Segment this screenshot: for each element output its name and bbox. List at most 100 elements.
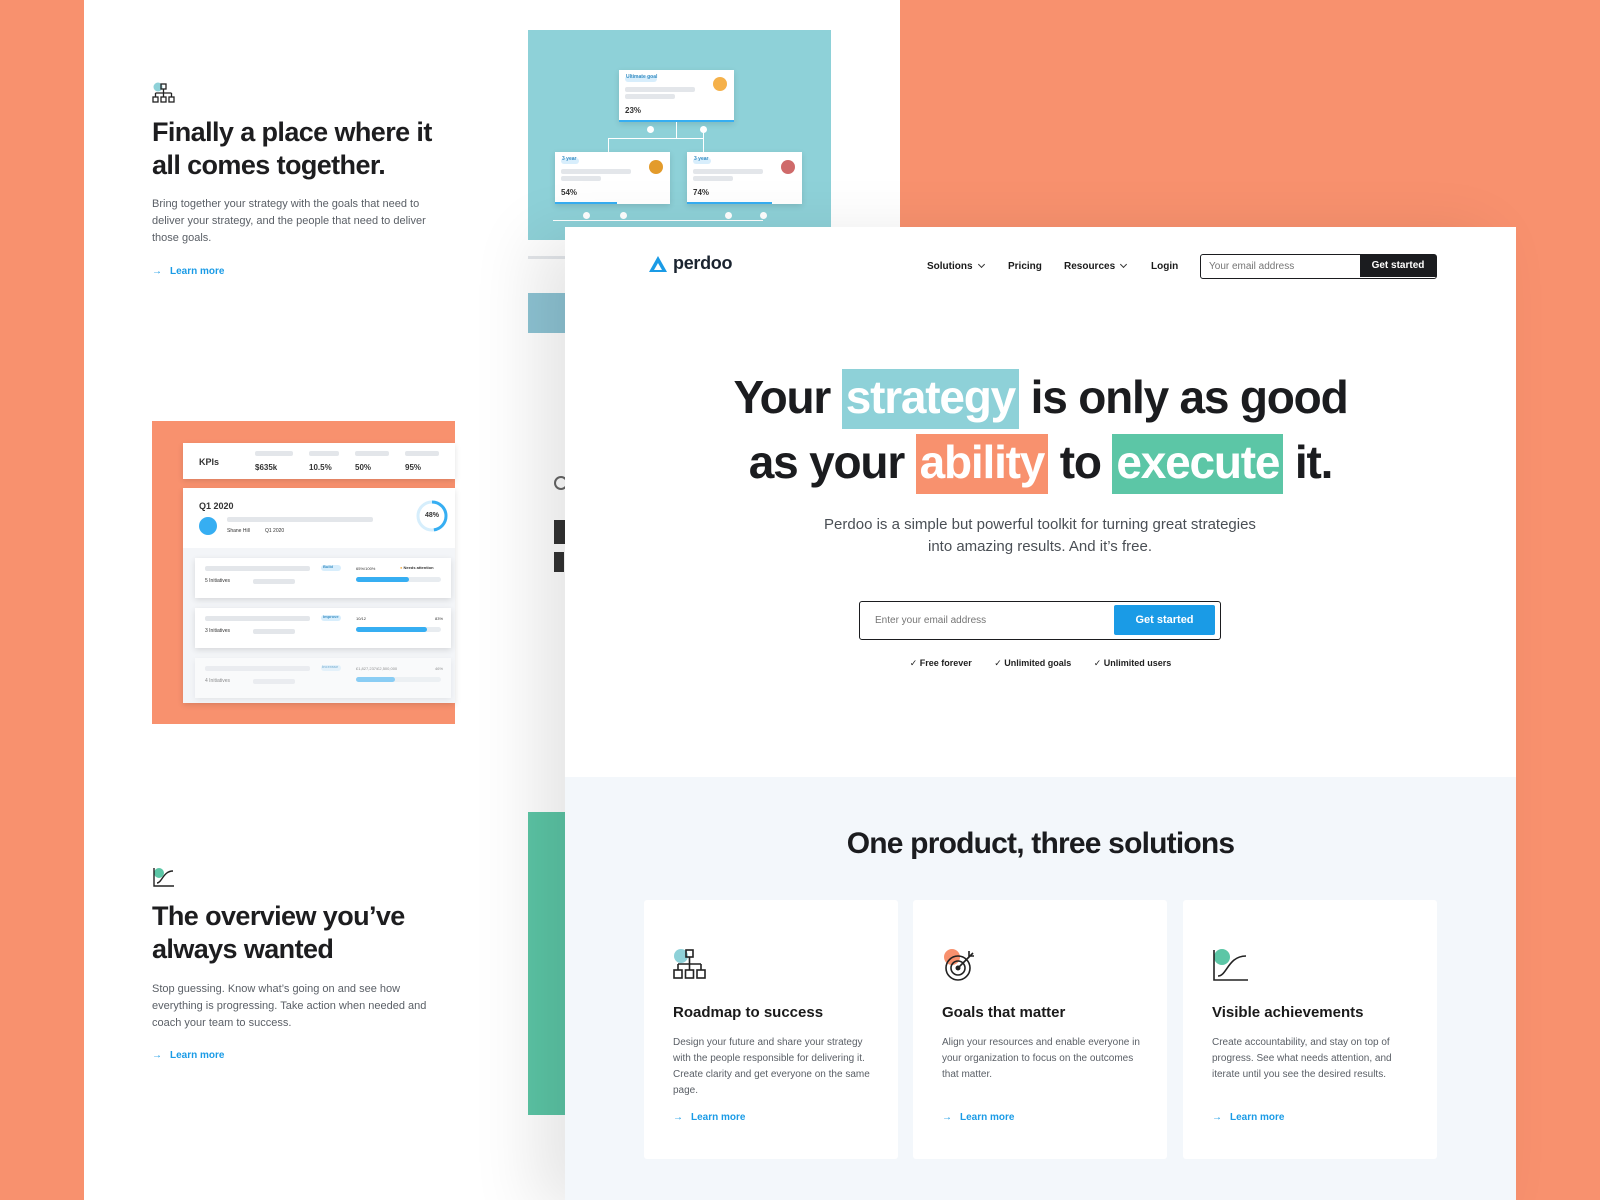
goal-tag: 3 year (694, 156, 709, 162)
target-icon (944, 949, 974, 981)
hero-word: to (1059, 436, 1102, 488)
check-icon: ✓ (1093, 658, 1104, 668)
row-progress (356, 627, 441, 632)
status-badge: ● Needs attention (400, 565, 434, 570)
hero-email-input[interactable] (860, 602, 1110, 638)
goal-progress: 54% (561, 188, 578, 197)
learn-more-link[interactable]: → Learn more (152, 1050, 224, 1061)
kpi-value: $635k (255, 463, 278, 472)
hero-word: it. (1294, 436, 1333, 488)
arrow-right-icon: → (1212, 1112, 1222, 1123)
feature-description: Bring together your strategy with the go… (152, 198, 426, 244)
avatar (199, 517, 217, 535)
hero-highlight-strategy: strategy (841, 369, 1020, 429)
kpi-value: 10.5% (309, 463, 332, 472)
solution-title: Visible achievements (1212, 1004, 1364, 1021)
roadmap-icon (673, 949, 706, 979)
goal-card-left: 3 year 54% (555, 152, 670, 204)
row-percent: 46% (435, 666, 444, 671)
row-value: 10/12 (356, 616, 367, 621)
goal-tag: 3 year (562, 156, 577, 162)
goal-card-right: 3 year 74% (687, 152, 802, 204)
growth-chart-icon (1213, 949, 1248, 981)
solution-description: Design your future and share your strate… (673, 1037, 870, 1096)
solution-card-goals[interactable]: Goals that matter Align your resources a… (913, 900, 1167, 1159)
solutions-heading: One product, three solutions (846, 827, 1235, 860)
goal-tree-mockup: Ultimate goal 23% 3 year 54% 3 year 74% (528, 30, 831, 240)
solution-card-roadmap[interactable]: Roadmap to success Design your future an… (644, 900, 898, 1159)
goal-progress: 23% (625, 106, 642, 115)
nav-login[interactable]: Login (1151, 261, 1178, 272)
initiatives-count: 5 Initiatives (205, 578, 231, 584)
learn-more-label: Learn more (960, 1112, 1015, 1123)
chevron-down-icon (1120, 260, 1128, 269)
initiatives-count: 3 Initiatives (205, 628, 231, 634)
hero-headline-line2: as your ability to execute it. (565, 434, 1516, 494)
chevron-down-icon (977, 260, 985, 269)
check-item: ✓ Unlimited goals (994, 658, 1072, 668)
hero-word: Your (733, 371, 832, 423)
progress-value: 48% (424, 512, 439, 519)
initiatives-count: 4 Initiatives (205, 678, 231, 684)
learn-more-link[interactable]: → Learn more (673, 1112, 745, 1123)
nav-solutions-label: Solutions (927, 261, 973, 272)
arrow-right-icon: → (152, 1050, 162, 1061)
arrow-right-icon: → (673, 1112, 683, 1123)
row-tag: Increase (322, 664, 339, 669)
hero-word: as your (748, 436, 905, 488)
check-item: ✓ Unlimited users (1093, 658, 1172, 668)
learn-more-link[interactable]: → Learn more (1212, 1112, 1284, 1123)
hero-headline-line1: Your strategy is only as good (565, 369, 1516, 429)
hero-checklist: ✓ Free forever ✓ Unlimited goals ✓ Unlim… (565, 653, 1516, 671)
hero-get-started-button[interactable]: Get started (1114, 605, 1215, 635)
hero-highlight-execute: execute (1112, 434, 1284, 494)
row-percent: 83% (435, 616, 444, 621)
goal-tag: Ultimate goal (626, 74, 658, 80)
learn-more-link[interactable]: → Learn more (152, 266, 224, 277)
quarter-card: Q1 2020 Shane Hill Q1 2020 48% 5 Initiat… (183, 488, 455, 703)
check-item: ✓ Free forever (909, 658, 972, 668)
solution-title: Goals that matter (942, 1004, 1066, 1021)
chart-progress-icon (153, 868, 174, 887)
owner-name: Shane Hill (227, 528, 250, 534)
learn-more-label: Learn more (1230, 1112, 1285, 1123)
initiative-row: 5 Initiatives Build 65%/100% ● Needs att… (195, 558, 451, 598)
row-progress (356, 677, 441, 682)
goal-progress: 74% (693, 188, 710, 197)
learn-more-label: Learn more (170, 1050, 225, 1061)
row-value: 65%/100% (356, 566, 376, 571)
front-page: perdoo Solutions Pricing Resources Login… (565, 227, 1516, 1200)
hero-signup-form: Get started (859, 601, 1221, 640)
kpi-mockup: KPIs $635k 10.5% 50% 95% Q1 2020 Shane H… (152, 421, 455, 724)
nav-email-input[interactable] (1201, 255, 1359, 277)
check-icon: ✓ (909, 658, 920, 668)
avatar (649, 160, 663, 174)
solution-description: Align your resources and enable everyone… (942, 1037, 1140, 1080)
learn-more-label: Learn more (170, 266, 225, 277)
learn-more-link[interactable]: → Learn more (942, 1112, 1014, 1123)
perdoo-logo-icon (649, 256, 667, 272)
hero-highlight-ability: ability (915, 434, 1049, 494)
arrow-right-icon: → (152, 266, 162, 277)
nav-resources[interactable]: Resources (1064, 260, 1128, 272)
quarter-title: Q1 2020 (199, 501, 234, 511)
nav-solutions[interactable]: Solutions (927, 260, 985, 272)
brand-name: perdoo (673, 253, 733, 273)
period: Q1 2020 (265, 528, 285, 534)
kpi-label: KPIs (199, 457, 220, 467)
arrow-right-icon: → (942, 1112, 952, 1123)
nav-resources-label: Resources (1064, 261, 1116, 272)
check-icon: ✓ (994, 658, 1005, 668)
initiative-row: 4 Initiatives Increase £1,827,237/£2,500… (195, 658, 451, 698)
kpi-value: 50% (355, 463, 372, 472)
kpi-bar: KPIs $635k 10.5% 50% 95% (183, 443, 455, 479)
solution-card-achievements[interactable]: Visible achievements Create accountabili… (1183, 900, 1437, 1159)
feature-title: The overview you’ve always wanted (152, 901, 405, 964)
nav-get-started-button[interactable]: Get started (1360, 255, 1436, 277)
nav-pricing[interactable]: Pricing (1008, 261, 1042, 272)
kpi-value: 95% (405, 463, 422, 472)
nav-signup-form: Get started (1200, 254, 1437, 279)
initiative-row: 3 Initiatives Improve 10/12 83% (195, 608, 451, 648)
row-tag: Build (323, 564, 333, 569)
row-progress (356, 577, 441, 582)
